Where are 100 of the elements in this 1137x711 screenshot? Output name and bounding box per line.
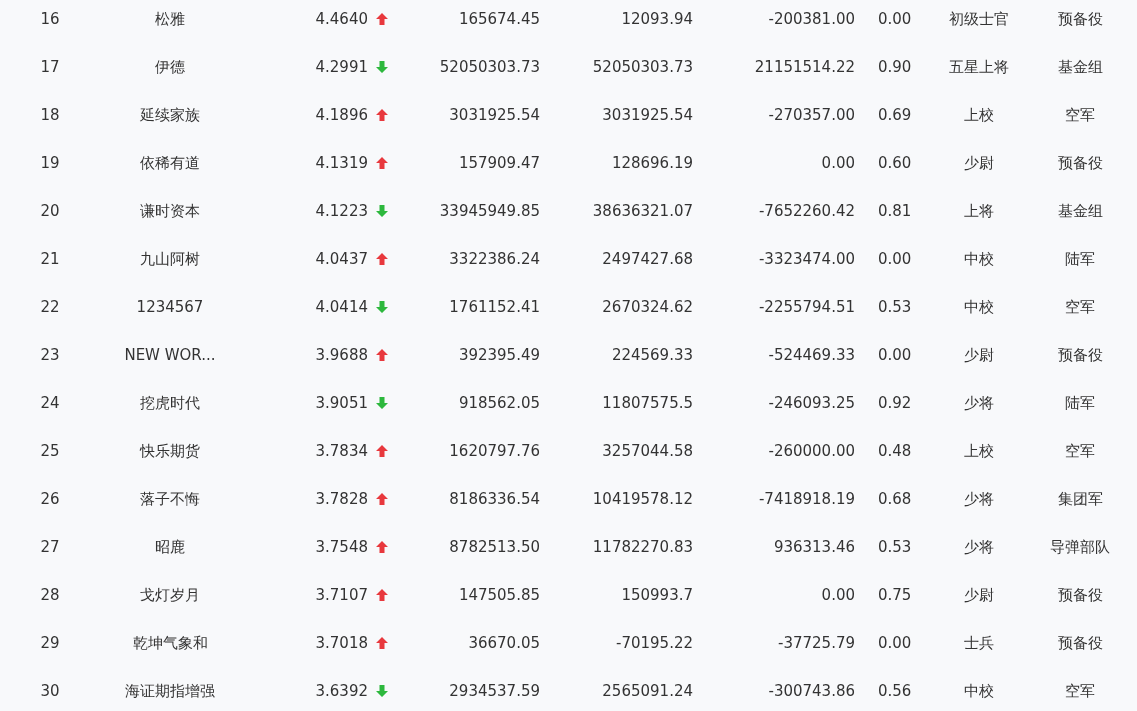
rank-cell-text: 26 bbox=[39, 489, 61, 510]
rank-cell-text: 21 bbox=[39, 249, 61, 270]
name-cell-text: 落子不悔 bbox=[139, 488, 201, 510]
name-cell-text: 快乐期货 bbox=[138, 440, 201, 462]
table-cell-text: -524469.33 bbox=[767, 345, 855, 366]
score-cell-text: 4.2991 bbox=[314, 57, 368, 78]
rank-title-cell-text: 少将 bbox=[963, 488, 995, 510]
rank-title-cell-text: 上校 bbox=[963, 440, 995, 462]
group-cell-text: 预备役 bbox=[1056, 584, 1104, 606]
table-cell-text: 2497427.68 bbox=[601, 249, 693, 270]
name-cell-text: 松雅 bbox=[154, 8, 186, 30]
name-cell-text: 1234567 bbox=[135, 297, 205, 318]
table-cell-text: 0.81 bbox=[877, 201, 913, 222]
table-cell-text: 0.75 bbox=[877, 585, 913, 606]
group-cell-text: 空军 bbox=[1064, 680, 1096, 702]
table-cell-text: -3323474.00 bbox=[757, 249, 855, 270]
table-cell-text: 36670.05 bbox=[467, 633, 540, 654]
name-cell-text: 挖虎时代 bbox=[139, 392, 201, 414]
table-cell-text: 10419578.12 bbox=[591, 489, 693, 510]
name-cell-text: 乾坤气象和 bbox=[131, 632, 209, 654]
table-cell-text: 147505.85 bbox=[457, 585, 540, 606]
group-cell-text: 预备役 bbox=[1056, 344, 1104, 366]
group-cell-text: 基金组 bbox=[1056, 56, 1104, 78]
rank-title-cell-text: 少将 bbox=[963, 536, 995, 558]
group-cell-text: 空军 bbox=[1064, 440, 1096, 462]
name-cell-text: NEW WOR... bbox=[123, 345, 217, 366]
group-cell-text: 导弹部队 bbox=[1049, 536, 1111, 558]
table-cell-text: -7418918.19 bbox=[757, 489, 855, 510]
table-cell-text: 0.00 bbox=[877, 633, 913, 654]
name-cell-text: 依稀有道 bbox=[139, 152, 201, 174]
group-cell-text: 预备役 bbox=[1056, 632, 1104, 654]
table-cell-text: 12093.94 bbox=[620, 9, 693, 30]
table-cell-text: -260000.00 bbox=[767, 441, 855, 462]
rank-title-cell-text: 少将 bbox=[963, 392, 995, 414]
table-cell-text: -2255794.51 bbox=[757, 297, 855, 318]
table-cell-text: 33945949.85 bbox=[438, 201, 540, 222]
rank-title-cell-text: 五星上将 bbox=[948, 56, 1010, 78]
score-cell-text: 3.9051 bbox=[314, 393, 368, 414]
rank-cell-text: 24 bbox=[39, 393, 61, 414]
table-cell-text: 8782513.50 bbox=[448, 537, 540, 558]
score-cell-text: 3.7107 bbox=[314, 585, 368, 606]
rank-title-cell-text: 士兵 bbox=[963, 632, 995, 654]
rank-cell-text: 25 bbox=[39, 441, 61, 462]
score-cell-text: 3.6392 bbox=[314, 681, 368, 702]
table-cell-text: 0.53 bbox=[877, 537, 913, 558]
table-cell-text: 38636321.07 bbox=[591, 201, 693, 222]
table-cell-text: 3257044.58 bbox=[601, 441, 693, 462]
table-cell-text: 2565091.24 bbox=[601, 681, 693, 702]
rank-cell-text: 17 bbox=[39, 57, 61, 78]
table-cell-text: -7652260.42 bbox=[757, 201, 855, 222]
table-cell-text: 0.60 bbox=[877, 153, 913, 174]
table-cell-text: 3031925.54 bbox=[601, 105, 693, 126]
score-cell-text: 3.9688 bbox=[314, 345, 368, 366]
rank-cell-text: 18 bbox=[39, 105, 61, 126]
table-cell-text: 21151514.22 bbox=[753, 57, 855, 78]
table-cell-text: 8186336.54 bbox=[448, 489, 540, 510]
table-cell-text: -270357.00 bbox=[767, 105, 855, 126]
table-cell-text: 0.68 bbox=[877, 489, 913, 510]
rank-cell-text: 16 bbox=[39, 9, 61, 30]
table-cell-text: -70195.22 bbox=[615, 633, 693, 654]
rank-cell-text: 30 bbox=[39, 681, 61, 702]
name-cell-text: 海证期指增强 bbox=[124, 680, 216, 702]
table-cell-text: 0.53 bbox=[877, 297, 913, 318]
table-cell-text: 918562.05 bbox=[457, 393, 540, 414]
table-cell-text: -246093.25 bbox=[767, 393, 855, 414]
group-cell-text: 集团军 bbox=[1056, 488, 1104, 510]
table-cell-text: 0.56 bbox=[877, 681, 913, 702]
rank-title-cell-text: 初级士官 bbox=[948, 8, 1010, 30]
score-cell-text: 4.1223 bbox=[314, 201, 368, 222]
rank-cell-text: 28 bbox=[39, 585, 61, 606]
table-cell-text: -200381.00 bbox=[767, 9, 855, 30]
rank-title-cell-text: 上校 bbox=[963, 104, 995, 126]
score-cell-text: 4.0414 bbox=[314, 297, 368, 318]
score-cell-text: 3.7828 bbox=[314, 489, 368, 510]
table-cell-text: 128696.19 bbox=[610, 153, 693, 174]
rank-cell-text: 27 bbox=[39, 537, 61, 558]
rank-cell-text: 22 bbox=[39, 297, 61, 318]
rank-title-cell-text: 中校 bbox=[963, 248, 995, 270]
group-cell-text: 预备役 bbox=[1056, 8, 1104, 30]
table-cell-text: 1620797.76 bbox=[448, 441, 540, 462]
score-cell-text: 4.0437 bbox=[314, 249, 368, 270]
table-cell-text: 52050303.73 bbox=[591, 57, 693, 78]
group-cell-text: 基金组 bbox=[1056, 200, 1104, 222]
score-cell-text: 4.1896 bbox=[314, 105, 368, 126]
name-cell-text: 谦时资本 bbox=[139, 200, 201, 222]
rank-title-cell-text: 中校 bbox=[963, 680, 995, 702]
rank-cell-text: 20 bbox=[39, 201, 61, 222]
table-cell-text: 3031925.54 bbox=[448, 105, 540, 126]
table-cell-text: 936313.46 bbox=[772, 537, 855, 558]
table-cell-text: 3322386.24 bbox=[448, 249, 540, 270]
score-cell-text: 3.7018 bbox=[314, 633, 368, 654]
name-cell-text: 九山阿树 bbox=[139, 248, 201, 270]
table-cell-text: 2934537.59 bbox=[448, 681, 540, 702]
name-cell-text: 延续家族 bbox=[139, 104, 201, 126]
score-cell-text: 4.4640 bbox=[314, 9, 368, 30]
table-cell-text: 392395.49 bbox=[457, 345, 540, 366]
rank-title-cell-text: 中校 bbox=[963, 296, 995, 318]
group-cell-text: 空军 bbox=[1064, 296, 1096, 318]
table-cell-text: 0.00 bbox=[877, 249, 913, 270]
rank-title-cell-text: 少尉 bbox=[963, 584, 995, 606]
